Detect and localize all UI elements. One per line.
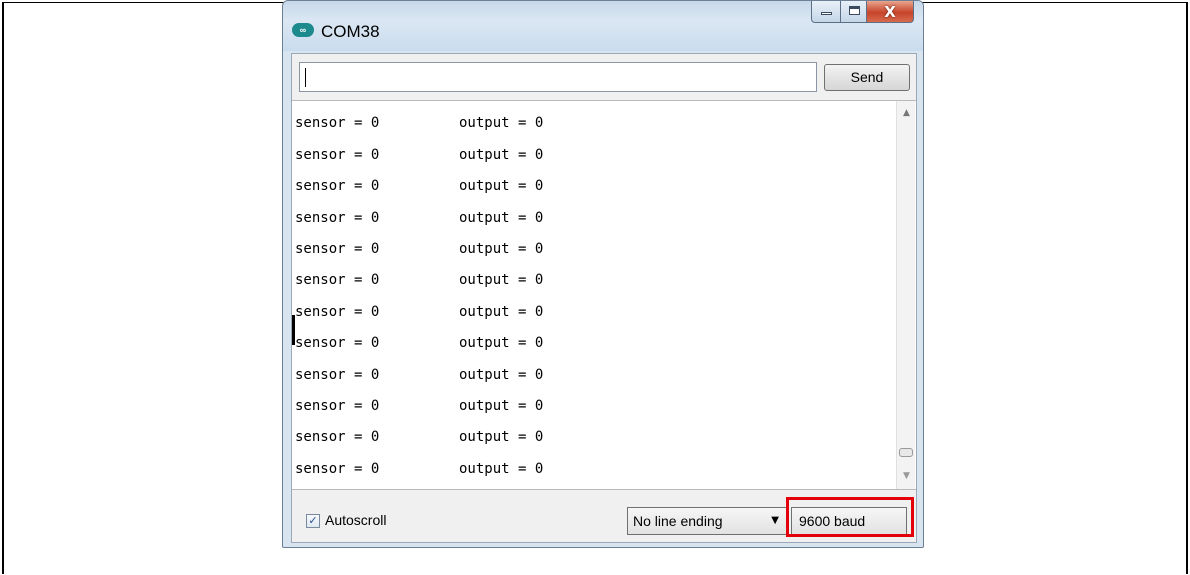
autoscroll-checkbox[interactable]: ✓ xyxy=(306,514,320,528)
sensor-value: sensor = 0 xyxy=(295,460,380,477)
maximize-button[interactable] xyxy=(840,1,867,23)
sensor-value: sensor = 0 xyxy=(295,272,380,289)
output-value: output = 0 xyxy=(459,178,544,195)
close-icon: X xyxy=(884,3,896,21)
sensor-value: sensor = 0 xyxy=(295,398,380,414)
sensor-value: sensor = 0 xyxy=(295,178,380,195)
line-ending-value: No line ending xyxy=(633,513,723,529)
sensor-value: sensor = 0 xyxy=(295,241,380,257)
autoscroll-label[interactable]: Autoscroll xyxy=(325,512,386,528)
output-edge-mark xyxy=(292,315,295,345)
output-value: output = 0 xyxy=(459,335,544,352)
serial-monitor-window: ∞ COM38 X Send sensor = 0 output = 0 senso… xyxy=(282,0,924,548)
line-ending-select[interactable]: No line ending ▼ xyxy=(627,507,787,535)
output-value: output = 0 xyxy=(459,398,544,414)
minimize-button[interactable] xyxy=(811,1,841,23)
arduino-icon: ∞ xyxy=(292,23,314,37)
output-value: output = 0 xyxy=(459,272,544,289)
sensor-value: sensor = 0 xyxy=(295,115,380,132)
sensor-value: sensor = 0 xyxy=(295,209,380,226)
chevron-down-icon: ▼ xyxy=(771,515,779,526)
title-bar[interactable]: ∞ COM38 X xyxy=(283,1,923,51)
window-title: COM38 xyxy=(321,22,380,41)
send-input[interactable] xyxy=(299,62,817,92)
send-button[interactable]: Send xyxy=(824,64,910,91)
maximize-icon xyxy=(849,6,860,15)
scrollbar-thumb[interactable] xyxy=(899,448,913,457)
vertical-scrollbar[interactable]: ▲ ▼ xyxy=(896,101,915,489)
output-value: output = 0 xyxy=(459,366,544,383)
output-value: output = 0 xyxy=(459,146,544,163)
text-caret xyxy=(305,68,306,87)
serial-output[interactable]: sensor = 0 output = 0 sensor = 0 output = 0… xyxy=(292,100,916,490)
output-value: output = 0 xyxy=(459,241,544,257)
close-button[interactable]: X xyxy=(866,1,914,23)
sensor-value: sensor = 0 xyxy=(295,366,380,383)
sensor-value: sensor = 0 xyxy=(295,335,380,352)
output-value: output = 0 xyxy=(459,303,544,320)
output-value: output = 0 xyxy=(459,209,544,226)
arrow-up-icon[interactable]: ▲ xyxy=(903,108,910,118)
output-value: output = 0 xyxy=(459,429,544,446)
minimize-icon xyxy=(821,12,832,15)
output-value: output = 0 xyxy=(459,460,544,477)
baud-highlight-box xyxy=(786,497,914,537)
sensor-value: sensor = 0 xyxy=(295,429,380,446)
arrow-down-icon[interactable]: ▼ xyxy=(903,471,910,481)
sensor-value: sensor = 0 xyxy=(295,303,380,320)
monitor-body: Send sensor = 0 output = 0 sensor = 0 outpu… xyxy=(291,53,917,543)
sensor-value: sensor = 0 xyxy=(295,146,380,163)
output-value: output = 0 xyxy=(459,115,544,132)
